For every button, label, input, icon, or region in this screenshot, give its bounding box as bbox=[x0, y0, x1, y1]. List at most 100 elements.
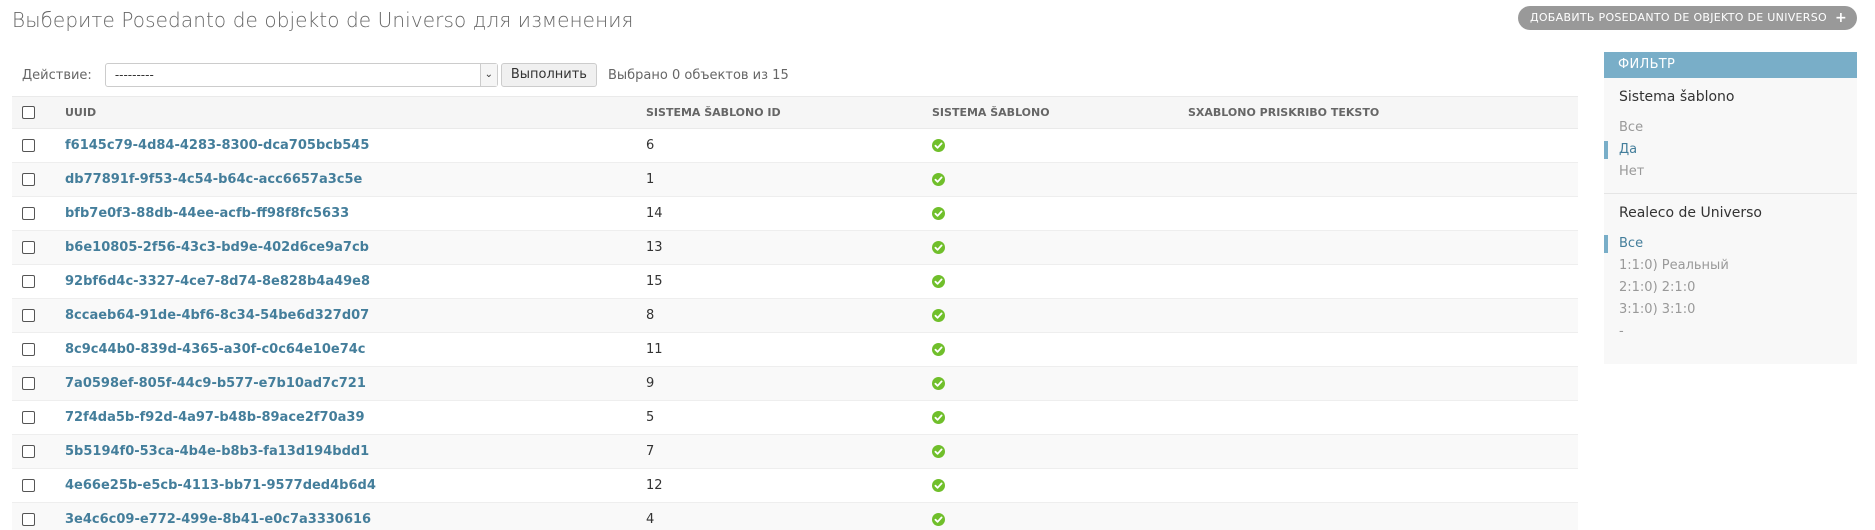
select-all-checkbox[interactable] bbox=[22, 106, 35, 120]
filter-group-title: Realeco de Universo bbox=[1619, 205, 1762, 221]
uuid-link[interactable]: 8ccaeb64-91de-4bf6-8c34-54be6d327d07 bbox=[65, 308, 369, 323]
uuid-cell: 8ccaeb64-91de-4bf6-8c34-54be6d327d07 bbox=[52, 298, 646, 333]
check-circle-icon bbox=[932, 343, 945, 356]
table-row: 8ccaeb64-91de-4bf6-8c34-54be6d327d07 8 bbox=[12, 298, 1578, 333]
uuid-cell: f6145c79-4d84-4283-8300-dca705bcb545 bbox=[52, 128, 646, 163]
check-circle-icon bbox=[932, 173, 945, 186]
uuid-link[interactable]: 4e66e25b-e5cb-4113-bb71-9577ded4b6d4 bbox=[65, 478, 376, 493]
column-header-sablono-id[interactable]: SISTEMA ŠABLONO ID bbox=[646, 96, 932, 129]
table-row: f6145c79-4d84-4283-8300-dca705bcb545 6 bbox=[12, 128, 1578, 163]
filter-option[interactable]: Нет bbox=[1619, 161, 1857, 183]
sablono-cell bbox=[932, 366, 1188, 401]
filter-option[interactable]: Все bbox=[1604, 233, 1857, 255]
action-select[interactable]: --------- ⌄ bbox=[104, 63, 498, 87]
check-circle-icon bbox=[932, 377, 945, 390]
go-button[interactable]: Выполнить bbox=[500, 63, 597, 87]
teksto-cell bbox=[1188, 128, 1578, 163]
sablono-cell bbox=[932, 128, 1188, 163]
row-select-cell bbox=[12, 400, 52, 435]
row-checkbox[interactable] bbox=[22, 445, 35, 458]
sablono-cell bbox=[932, 162, 1188, 197]
filter-group-title: Sistema šablono bbox=[1619, 89, 1735, 105]
uuid-cell: 7a0598ef-805f-44c9-b577-e7b10ad7c721 bbox=[52, 366, 646, 401]
uuid-link[interactable]: 3e4c6c09-e772-499e-8b41-e0c7a3330616 bbox=[65, 512, 371, 527]
column-header-sablono[interactable]: SISTEMA ŠABLONO bbox=[932, 96, 1188, 129]
row-select-cell bbox=[12, 128, 52, 163]
row-checkbox[interactable] bbox=[22, 343, 35, 356]
sablono-id-cell: 11 bbox=[646, 332, 932, 367]
sablono-id-cell: 1 bbox=[646, 162, 932, 197]
uuid-cell: 72f4da5b-f92d-4a97-b48b-89ace2f70a39 bbox=[52, 400, 646, 435]
teksto-cell bbox=[1188, 332, 1578, 367]
select-all-cell bbox=[12, 96, 52, 129]
filter-option[interactable]: 3:1:0) 3:1:0 bbox=[1619, 299, 1857, 321]
check-circle-icon bbox=[932, 479, 945, 492]
sablono-id-cell: 4 bbox=[646, 502, 932, 530]
row-select-cell bbox=[12, 298, 52, 333]
row-select-cell bbox=[12, 162, 52, 197]
uuid-cell: 4e66e25b-e5cb-4113-bb71-9577ded4b6d4 bbox=[52, 468, 646, 503]
selection-counter: Выбрано 0 объектов из 15 bbox=[607, 67, 789, 83]
uuid-link[interactable]: db77891f-9f53-4c54-b64c-acc6657a3c5e bbox=[65, 172, 362, 187]
teksto-cell bbox=[1188, 196, 1578, 231]
plus-icon: + bbox=[1834, 10, 1847, 26]
filter-option[interactable]: Все bbox=[1619, 117, 1857, 139]
sablono-cell bbox=[932, 502, 1188, 530]
sablono-id-cell: 13 bbox=[646, 230, 932, 265]
uuid-link[interactable]: 5b5194f0-53ca-4b4e-b8b3-fa13d194bdd1 bbox=[65, 444, 369, 459]
filter-options: Все Да Нет bbox=[1604, 105, 1857, 183]
page-title: Выберите Posedanto de objekto de Univers… bbox=[12, 8, 634, 32]
check-circle-icon bbox=[932, 411, 945, 424]
row-select-cell bbox=[12, 366, 52, 401]
sablono-id-cell: 6 bbox=[646, 128, 932, 163]
row-checkbox[interactable] bbox=[22, 309, 35, 322]
uuid-link[interactable]: 92bf6d4c-3327-4ce7-8d74-8e828b4a49e8 bbox=[65, 274, 370, 289]
filter-option[interactable]: 2:1:0) 2:1:0 bbox=[1619, 277, 1857, 299]
check-circle-icon bbox=[932, 139, 945, 152]
row-checkbox[interactable] bbox=[22, 275, 35, 288]
add-object-button[interactable]: ДОБАВИТЬ POSEDANTO DE OBJEKTO DE UNIVERS… bbox=[1517, 6, 1857, 30]
sablono-id-cell: 9 bbox=[646, 366, 932, 401]
table-header-row: UUID SISTEMA ŠABLONO ID SISTEMA ŠABLONO … bbox=[12, 96, 1578, 129]
results-table: UUID SISTEMA ŠABLONO ID SISTEMA ŠABLONO … bbox=[12, 96, 1578, 530]
table-row: bfb7e0f3-88db-44ee-acfb-ff98f8fc5633 14 bbox=[12, 196, 1578, 231]
uuid-link[interactable]: b6e10805-2f56-43c3-bd9e-402d6ce9a7cb bbox=[65, 240, 369, 255]
teksto-cell bbox=[1188, 162, 1578, 197]
row-checkbox[interactable] bbox=[22, 513, 35, 526]
row-checkbox[interactable] bbox=[22, 139, 35, 152]
uuid-link[interactable]: bfb7e0f3-88db-44ee-acfb-ff98f8fc5633 bbox=[65, 206, 349, 221]
uuid-link[interactable]: 72f4da5b-f92d-4a97-b48b-89ace2f70a39 bbox=[65, 410, 365, 425]
row-checkbox[interactable] bbox=[22, 377, 35, 390]
filter-option[interactable]: 1:1:0) Реальный bbox=[1619, 255, 1857, 277]
uuid-link[interactable]: 7a0598ef-805f-44c9-b577-e7b10ad7c721 bbox=[65, 376, 366, 391]
column-header-uuid[interactable]: UUID bbox=[52, 96, 646, 129]
row-checkbox[interactable] bbox=[22, 479, 35, 492]
teksto-cell bbox=[1188, 468, 1578, 503]
teksto-cell bbox=[1188, 230, 1578, 265]
table-row: 72f4da5b-f92d-4a97-b48b-89ace2f70a39 5 bbox=[12, 400, 1578, 435]
teksto-cell bbox=[1188, 366, 1578, 401]
sablono-id-cell: 12 bbox=[646, 468, 932, 503]
row-checkbox[interactable] bbox=[22, 411, 35, 424]
row-checkbox[interactable] bbox=[22, 173, 35, 186]
row-select-cell bbox=[12, 230, 52, 265]
teksto-cell bbox=[1188, 298, 1578, 333]
row-select-cell bbox=[12, 434, 52, 469]
filter-option[interactable]: - bbox=[1619, 321, 1857, 343]
teksto-cell bbox=[1188, 400, 1578, 435]
sablono-id-cell: 14 bbox=[646, 196, 932, 231]
row-select-cell bbox=[12, 468, 52, 503]
row-checkbox[interactable] bbox=[22, 207, 35, 220]
sablono-id-cell: 8 bbox=[646, 298, 932, 333]
column-header-teksto[interactable]: SXABLONO PRISKRIBO TEKSTO bbox=[1188, 96, 1578, 129]
uuid-link[interactable]: 8c9c44b0-839d-4365-a30f-c0c64e10e74c bbox=[65, 342, 366, 357]
chevron-down-icon: ⌄ bbox=[479, 64, 497, 86]
uuid-link[interactable]: f6145c79-4d84-4283-8300-dca705bcb545 bbox=[65, 138, 369, 153]
action-label: Действие: bbox=[22, 67, 92, 83]
sablono-cell bbox=[932, 264, 1188, 299]
sablono-id-cell: 5 bbox=[646, 400, 932, 435]
uuid-cell: 3e4c6c09-e772-499e-8b41-e0c7a3330616 bbox=[52, 502, 646, 530]
filter-option[interactable]: Да bbox=[1604, 139, 1857, 161]
row-checkbox[interactable] bbox=[22, 241, 35, 254]
table-row: 92bf6d4c-3327-4ce7-8d74-8e828b4a49e8 15 bbox=[12, 264, 1578, 299]
